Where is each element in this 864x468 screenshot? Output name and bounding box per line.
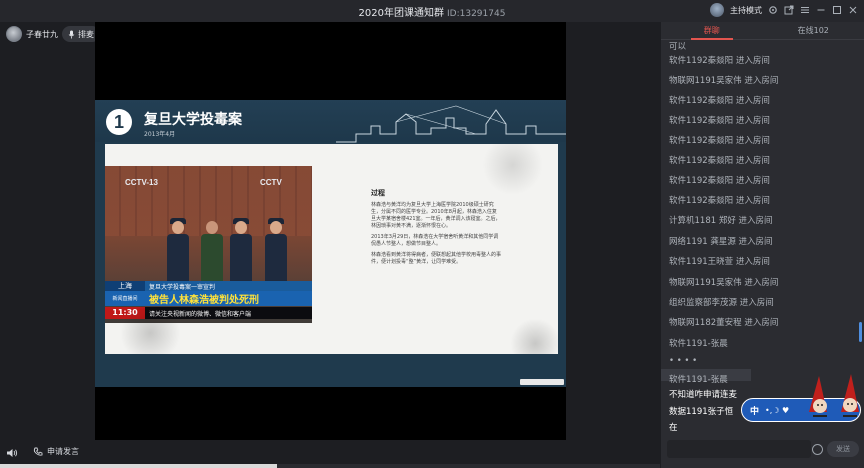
process-paragraph: 林森浩看到黄洋将得病者，便联想起其他学校用毒整人的事件，便计划投毒“整”黄洋，让… [371,252,502,265]
chat-message: 软件1192秦燚阳 进入房间 [669,96,770,106]
slide-title: 复旦大学投毒案 [144,112,242,128]
news-banner-top: 上海 复旦大学投毒案一审宣判 [105,281,312,291]
share-icon[interactable] [784,5,794,15]
news-banner-headline: 新闻直播间 被告人林森浩被判处死刑 [105,291,312,306]
chat-message: 数据1191张子恒 [669,407,734,417]
playback-progress[interactable] [0,464,660,468]
process-paragraph: 2013年3月29日，林森浩在大学宿舍听黄洋和其他同学调侃愚人节整人，想做节目整… [371,234,499,247]
chat-input[interactable] [667,440,811,458]
chat-message: 物联网1191吴家伟 进入房间 [669,278,779,288]
chat-message: 软件1192秦燚阳 进入房间 [669,56,770,66]
news-location: 上海 [105,281,145,291]
speaker-name: 子春廿九 [26,29,58,39]
window-title: 2020年团课通知群 ID:13291745 [359,4,506,19]
room-id: ID:13291745 [447,8,506,19]
host-mode-label[interactable]: 主持模式 [730,5,762,16]
news-banner-ticker: 11:30 请关注央视新闻的微博、微信和客户端 [105,307,312,319]
process-paragraph: 林森浩与黄洋均为复旦大学上海医学院2010级硕士研究生，分属不同的医学专业。20… [371,202,501,229]
process-text-block: 过程 林森浩与黄洋均为复旦大学上海医学院2010级硕士研究生，分属不同的医学专业… [371,188,501,270]
ime-symbols[interactable]: •,☽ ♥ [765,406,789,415]
menu-icon[interactable] [800,5,810,15]
slide-number: 1 [106,109,132,135]
chat-message: • • • • [669,356,698,366]
gear-icon[interactable] [768,5,778,15]
news-tag: 新闻直播间 [112,296,138,302]
group-name: 2020年团课通知群 [358,7,444,19]
chat-message: 可以 [669,42,687,52]
volume-icon[interactable] [6,447,18,459]
news-time: 11:30 [105,307,145,319]
slide-footer-logo [520,379,564,385]
slide-paper-background: CCTV-13 CCTV 上海 复旦大学投毒案一审宣判 新闻直播间 被告人林森浩… [105,144,558,354]
current-speaker: 子春廿九 [6,26,58,42]
chat-message: 组织监察部李茂源 进入房间 [669,298,774,308]
presentation-slide: 1 复旦大学投毒案 2013年4月 CCTV-13 CCTV 上海 复旦大学投毒… [95,100,566,387]
city-skyline-illustration [336,105,566,143]
ime-language-toggle[interactable]: 中 [750,404,759,417]
scrollbar-thumb[interactable] [859,322,862,342]
phone-icon [33,447,43,456]
chat-message: 软件1192秦燚阳 进入房间 [669,116,770,126]
chat-message: 网络1191 龚星源 进入房间 [669,237,773,247]
emoji-icon[interactable] [812,444,823,455]
chat-message: 不知道咋申请连麦 [669,390,738,400]
tab-group-chat[interactable]: 群聊 [661,22,763,40]
maximize-icon[interactable] [832,5,842,15]
news-ticker: 请关注央视新闻的微博、微信和客户端 [149,310,252,318]
chat-message: 软件1191-张晨 [669,375,728,385]
close-icon[interactable] [848,5,858,15]
channel-logo: CCTV-13 [125,178,158,187]
app-window: 2020年团课通知群 ID:13291745 主持模式 子春廿九 排麦 1 复旦… [0,0,864,468]
queue-label: 排麦 [78,29,94,39]
ime-mascot-icon[interactable] [805,372,863,420]
chat-message: 计算机1181 郑好 进入房间 [669,216,773,226]
news-headline: 被告人林森浩被判处死刑 [149,295,259,306]
apply-speak-label: 申请发言 [47,447,79,456]
chat-message: 软件1191-张晨 [669,339,728,349]
chat-message: 软件1192秦燚阳 进入房间 [669,196,770,206]
chat-message: 物联网1182董安程 进入房间 [669,318,779,328]
process-heading: 过程 [371,189,385,197]
news-case-line: 复旦大学投毒案一审宣判 [149,283,216,291]
title-bar-actions: 主持模式 [710,3,858,17]
host-avatar[interactable] [710,3,724,17]
microphone-icon [68,30,75,38]
chat-message: 物联网1191吴家伟 进入房间 [669,76,779,86]
news-screenshot: CCTV-13 CCTV 上海 复旦大学投毒案一审宣判 新闻直播间 被告人林森浩… [105,166,312,323]
send-button[interactable]: 发送 [827,441,859,457]
minimize-icon[interactable] [816,5,826,15]
chat-message: 软件1192秦燚阳 进入房间 [669,176,770,186]
video-stage: 1 复旦大学投毒案 2013年4月 CCTV-13 CCTV 上海 复旦大学投毒… [95,22,566,440]
chat-message: 软件1192秦燚阳 进入房间 [669,136,770,146]
avatar[interactable] [6,26,22,42]
chat-tabs: 群聊 在线102 [661,22,864,40]
chat-message: 在 [669,423,678,433]
channel-logo-right: CCTV [260,178,282,187]
apply-speak-button[interactable]: 申请发言 [33,446,79,457]
title-bar: 2020年团课通知群 ID:13291745 主持模式 [0,0,864,22]
playback-progress-fill [0,464,278,468]
chat-message: 软件1191王晓萱 进入房间 [669,257,770,267]
slide-date: 2013年4月 [144,131,176,138]
chat-message: 软件1192秦燚阳 进入房间 [669,156,770,166]
tab-online[interactable]: 在线102 [763,22,864,39]
slide-header: 1 复旦大学投毒案 2013年4月 [95,100,566,143]
